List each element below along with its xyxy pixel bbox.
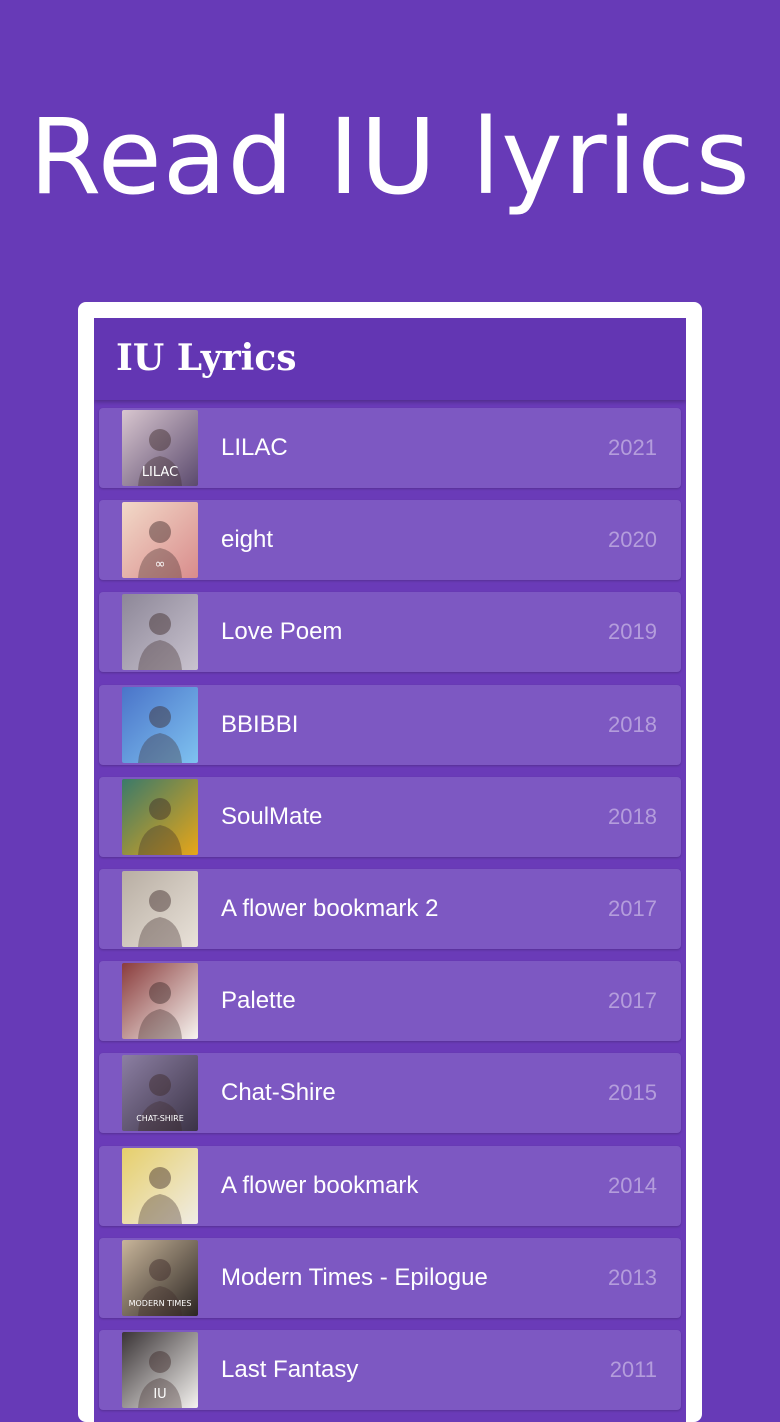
promo-title: Read IU lyrics bbox=[29, 96, 751, 218]
album-list-item[interactable]: A flower bookmark 2 2017 bbox=[99, 868, 681, 949]
album-cover-image bbox=[122, 778, 198, 855]
album-list-item[interactable]: LILAC LILAC 2021 bbox=[99, 408, 681, 488]
album-cover-image: ∞ bbox=[122, 502, 198, 579]
album-year: 2017 bbox=[608, 895, 657, 921]
album-list-item[interactable]: IU Last Fantasy 2011 bbox=[99, 1329, 681, 1410]
album-art: ∞ bbox=[122, 502, 198, 579]
album-art: LILAC bbox=[122, 410, 198, 486]
phone-frame: IU Lyrics LILAC LILAC 2021 ∞ eight 2020 … bbox=[78, 302, 702, 1422]
album-year: 2018 bbox=[608, 803, 657, 829]
album-list-item[interactable]: Palette 2017 bbox=[99, 961, 681, 1042]
album-list-item[interactable]: MODERN TIMES Modern Times - Epilogue 201… bbox=[99, 1237, 681, 1318]
album-art bbox=[122, 1147, 198, 1224]
album-list-item[interactable]: BBIBBI 2018 bbox=[99, 684, 681, 765]
album-cover-image bbox=[122, 594, 198, 671]
album-list-item[interactable]: A flower bookmark 2014 bbox=[99, 1145, 681, 1226]
album-list: LILAC LILAC 2021 ∞ eight 2020 Love Poem … bbox=[99, 408, 681, 1422]
album-art-text: IU bbox=[153, 1387, 166, 1402]
album-art: MODERN TIMES bbox=[122, 1239, 198, 1316]
album-cover-image: CHAT-SHIRE bbox=[122, 1055, 198, 1132]
album-art bbox=[122, 870, 198, 947]
album-art-text: MODERN TIMES bbox=[129, 1299, 192, 1308]
album-title: Love Poem bbox=[221, 618, 343, 646]
album-cover-image: MODERN TIMES bbox=[122, 1239, 198, 1316]
app-bar: IU Lyrics bbox=[94, 318, 686, 400]
album-cover-image bbox=[122, 686, 198, 763]
album-art bbox=[122, 594, 198, 671]
album-cover-image bbox=[122, 1147, 198, 1224]
app-title: IU Lyrics bbox=[116, 337, 297, 379]
album-art-text: CHAT-SHIRE bbox=[136, 1114, 184, 1123]
album-art-text: ∞ bbox=[155, 557, 166, 572]
album-title: SoulMate bbox=[221, 802, 323, 830]
album-year: 2015 bbox=[608, 1080, 657, 1106]
album-list-item[interactable]: CHAT-SHIRE Chat-Shire 2015 bbox=[99, 1053, 681, 1134]
album-art: CHAT-SHIRE bbox=[122, 1055, 198, 1132]
album-year: 2021 bbox=[608, 435, 657, 460]
album-title: eight bbox=[221, 526, 274, 554]
album-art bbox=[122, 686, 198, 763]
album-cover-image bbox=[122, 870, 198, 947]
album-cover-image bbox=[122, 963, 198, 1040]
album-year: 2018 bbox=[608, 711, 657, 737]
album-title: Modern Times - Epilogue bbox=[221, 1263, 488, 1291]
album-list-item[interactable]: ∞ eight 2020 bbox=[99, 500, 681, 581]
album-title: Last Fantasy bbox=[221, 1355, 359, 1383]
album-art bbox=[122, 963, 198, 1040]
album-cover-image: IU bbox=[122, 1331, 198, 1408]
album-year: 2017 bbox=[608, 988, 657, 1014]
album-title: A flower bookmark 2 bbox=[221, 894, 439, 922]
album-year: 2019 bbox=[608, 619, 657, 645]
album-year: 2020 bbox=[608, 527, 657, 553]
album-title: A flower bookmark bbox=[221, 1171, 419, 1199]
album-list-item[interactable]: Love Poem 2019 bbox=[99, 592, 681, 673]
phone-screen: IU Lyrics LILAC LILAC 2021 ∞ eight 2020 … bbox=[94, 318, 686, 1422]
album-art: IU bbox=[122, 1331, 198, 1408]
album-year: 2014 bbox=[608, 1172, 657, 1198]
album-list-item[interactable]: SoulMate 2018 bbox=[99, 776, 681, 857]
album-title: Chat-Shire bbox=[221, 1079, 336, 1107]
album-cover-image: LILAC bbox=[122, 410, 198, 486]
album-year: 2011 bbox=[609, 1356, 657, 1382]
album-title: Palette bbox=[221, 987, 296, 1015]
album-title: BBIBBI bbox=[221, 710, 299, 738]
album-year: 2013 bbox=[608, 1264, 657, 1290]
album-title: LILAC bbox=[221, 434, 288, 461]
album-art-text: LILAC bbox=[142, 465, 178, 480]
album-art bbox=[122, 778, 198, 855]
